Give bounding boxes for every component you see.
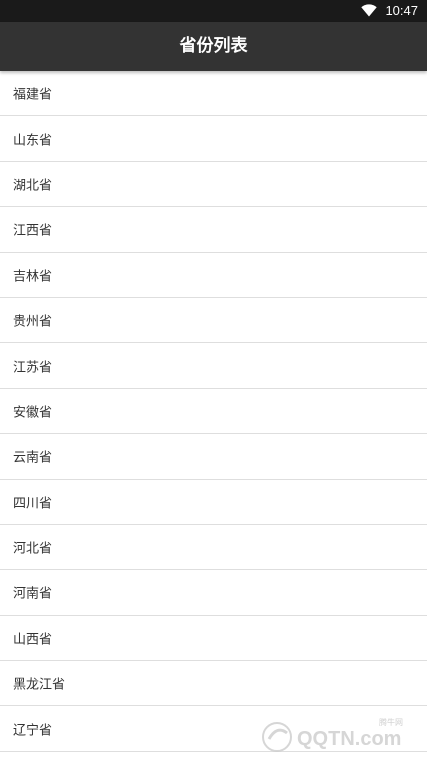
wifi-icon — [361, 4, 377, 17]
list-item-label: 河北省 — [13, 541, 53, 557]
list-item[interactable]: 贵州省 — [0, 298, 427, 344]
list-item-label: 云南省 — [13, 450, 53, 466]
list-item-label: 黑龙江省 — [13, 677, 66, 693]
list-item[interactable]: 江西省 — [0, 207, 427, 253]
list-item-label: 四川省 — [13, 496, 53, 512]
list-item-label: 吉林省 — [13, 269, 53, 285]
list-item-label: 山东省 — [13, 133, 53, 149]
list-item[interactable]: 安徽省 — [0, 389, 427, 435]
list-item[interactable]: 湖北省 — [0, 162, 427, 208]
list-item[interactable]: 山西省 — [0, 616, 427, 662]
list-item[interactable]: 云南省 — [0, 434, 427, 480]
list-item-label: 江西省 — [13, 223, 53, 239]
list-item[interactable]: 江苏省 — [0, 343, 427, 389]
status-time: 10:47 — [385, 3, 418, 18]
list-item-label: 湖北省 — [13, 178, 53, 194]
list-item-label: 山西省 — [13, 632, 53, 648]
list-item-label: 河南省 — [13, 586, 53, 602]
list-item[interactable]: 河北省 — [0, 525, 427, 571]
list-item[interactable]: 山东省 — [0, 116, 427, 162]
status-bar: 10:47 — [0, 0, 427, 22]
list-item[interactable]: 辽宁省 — [0, 706, 427, 752]
list-item[interactable]: 黑龙江省 — [0, 661, 427, 707]
list-item[interactable]: 福建省 — [0, 71, 427, 117]
list-item-label: 江苏省 — [13, 360, 53, 376]
list-item[interactable]: 四川省 — [0, 480, 427, 525]
list-item-label: 辽宁省 — [13, 723, 53, 739]
province-list: 福建省山东省湖北省江西省吉林省贵州省江苏省安徽省云南省四川省河北省河南省山西省黑… — [0, 71, 427, 759]
list-item[interactable]: 吉林省 — [0, 253, 427, 298]
app-bar: 省份列表 — [0, 22, 427, 71]
list-item[interactable]: 河南省 — [0, 570, 427, 616]
page-title: 省份列表 — [179, 36, 248, 56]
list-item-label: 福建省 — [13, 87, 53, 103]
list-item-label: 安徽省 — [13, 405, 53, 421]
list-item-label: 贵州省 — [13, 314, 53, 330]
